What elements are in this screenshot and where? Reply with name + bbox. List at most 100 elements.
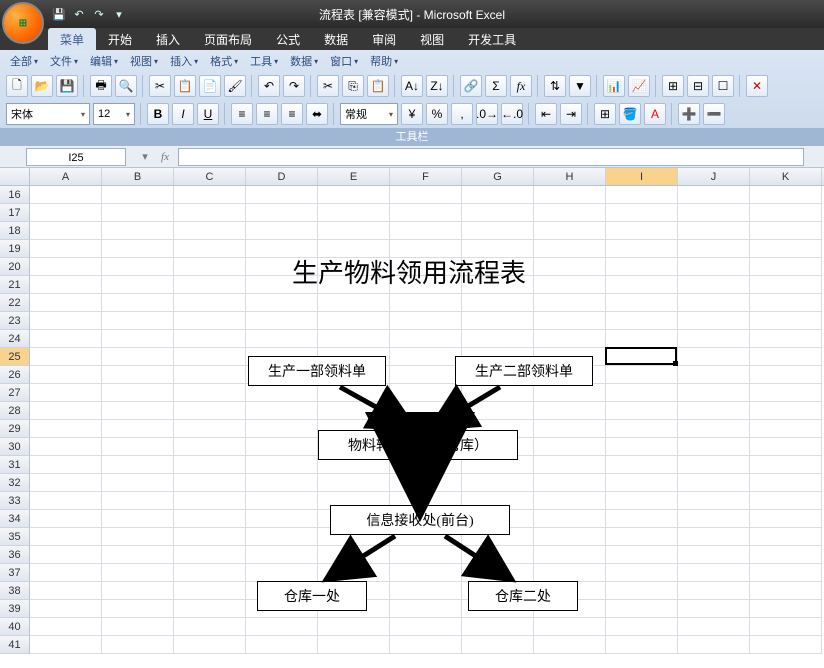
cell-F24[interactable] <box>390 330 462 348</box>
cell-H33[interactable] <box>534 492 606 510</box>
rowhead-20[interactable]: 20 <box>0 258 30 276</box>
cell-K23[interactable] <box>750 312 822 330</box>
rowhead-37[interactable]: 37 <box>0 564 30 582</box>
cell-C29[interactable] <box>174 420 246 438</box>
cell-C40[interactable] <box>174 618 246 636</box>
cell-I32[interactable] <box>606 474 678 492</box>
menu-help[interactable]: 帮助▾ <box>366 53 402 69</box>
rowhead-30[interactable]: 30 <box>0 438 30 456</box>
cell-A33[interactable] <box>30 492 102 510</box>
cell-A27[interactable] <box>30 384 102 402</box>
cell-F26[interactable] <box>390 366 462 384</box>
flow-box-warehouse1[interactable]: 仓库一处 <box>257 581 367 611</box>
cell-I22[interactable] <box>606 294 678 312</box>
cell-J17[interactable] <box>678 204 750 222</box>
cell-D18[interactable] <box>246 222 318 240</box>
cell-J23[interactable] <box>678 312 750 330</box>
cell-C19[interactable] <box>174 240 246 258</box>
cell-H24[interactable] <box>534 330 606 348</box>
cell-E28[interactable] <box>318 402 390 420</box>
fill-color-icon[interactable]: 🪣 <box>619 103 641 125</box>
indent-inc-icon[interactable]: ⇥ <box>560 103 582 125</box>
cell-I29[interactable] <box>606 420 678 438</box>
cell-H23[interactable] <box>534 312 606 330</box>
cell-B27[interactable] <box>102 384 174 402</box>
cell-G28[interactable] <box>462 402 534 420</box>
cell-I27[interactable] <box>606 384 678 402</box>
flow-box-dept1[interactable]: 生产一部领料单 <box>248 356 386 386</box>
align-right-icon[interactable]: ≡ <box>281 103 303 125</box>
cell-I31[interactable] <box>606 456 678 474</box>
cell-A25[interactable] <box>30 348 102 366</box>
col-F[interactable]: F <box>390 168 462 185</box>
cell-E41[interactable] <box>318 636 390 654</box>
namebox-dropdown-icon[interactable]: ▾ <box>136 148 154 166</box>
inc-decimal-icon[interactable]: .0→ <box>476 103 498 125</box>
cell-A19[interactable] <box>30 240 102 258</box>
cell-F32[interactable] <box>390 474 462 492</box>
percent-icon[interactable]: % <box>426 103 448 125</box>
cell-H27[interactable] <box>534 384 606 402</box>
rowhead-27[interactable]: 27 <box>0 384 30 402</box>
cell-H29[interactable] <box>534 420 606 438</box>
sort-asc-icon[interactable]: A↓ <box>401 75 423 97</box>
cell-I20[interactable] <box>606 258 678 276</box>
cell-C35[interactable] <box>174 528 246 546</box>
cell-A37[interactable] <box>30 564 102 582</box>
cell-D34[interactable] <box>246 510 318 528</box>
cell-G27[interactable] <box>462 384 534 402</box>
cell-C34[interactable] <box>174 510 246 528</box>
cell-J37[interactable] <box>678 564 750 582</box>
cell-G22[interactable] <box>462 294 534 312</box>
undo-icon[interactable]: ↶ <box>70 5 88 23</box>
cell-A38[interactable] <box>30 582 102 600</box>
cell-B16[interactable] <box>102 186 174 204</box>
cell-C26[interactable] <box>174 366 246 384</box>
currency-icon[interactable]: ¥ <box>401 103 423 125</box>
sort-desc-icon[interactable]: Z↓ <box>426 75 448 97</box>
cell-I24[interactable] <box>606 330 678 348</box>
fx-icon[interactable]: fx <box>510 75 532 97</box>
cell-J21[interactable] <box>678 276 750 294</box>
cell-I17[interactable] <box>606 204 678 222</box>
table-icon[interactable]: ⊞ <box>662 75 684 97</box>
rowhead-25[interactable]: 25 <box>0 348 30 366</box>
cell-K25[interactable] <box>750 348 822 366</box>
cell-F39[interactable] <box>390 600 462 618</box>
paste2-icon[interactable]: 📋 <box>367 75 389 97</box>
pivot-icon[interactable]: ⊟ <box>687 75 709 97</box>
cell-H35[interactable] <box>534 528 606 546</box>
cell-C30[interactable] <box>174 438 246 456</box>
menu-data[interactable]: 数据▾ <box>286 53 322 69</box>
col-K[interactable]: K <box>750 168 822 185</box>
preview-icon[interactable]: 🔍 <box>115 75 137 97</box>
format-painter-icon[interactable]: 🖌 <box>224 75 246 97</box>
cell-I18[interactable] <box>606 222 678 240</box>
cell-D41[interactable] <box>246 636 318 654</box>
cell-C31[interactable] <box>174 456 246 474</box>
rowhead-18[interactable]: 18 <box>0 222 30 240</box>
filter-icon[interactable]: ▼ <box>569 75 591 97</box>
menu-edit[interactable]: 编辑▾ <box>86 53 122 69</box>
cell-B29[interactable] <box>102 420 174 438</box>
cell-D32[interactable] <box>246 474 318 492</box>
cell-J26[interactable] <box>678 366 750 384</box>
cell-K31[interactable] <box>750 456 822 474</box>
cell-I34[interactable] <box>606 510 678 528</box>
cell-F37[interactable] <box>390 564 462 582</box>
cell-K32[interactable] <box>750 474 822 492</box>
rowhead-16[interactable]: 16 <box>0 186 30 204</box>
font-size-combo[interactable]: 12▾ <box>93 103 135 125</box>
cell-A23[interactable] <box>30 312 102 330</box>
cell-A28[interactable] <box>30 402 102 420</box>
cell-A20[interactable] <box>30 258 102 276</box>
font-name-combo[interactable]: 宋体▾ <box>6 103 90 125</box>
worksheet[interactable]: A B C D E F G H I J K 161718192021222324… <box>0 168 824 668</box>
cell-B25[interactable] <box>102 348 174 366</box>
cell-I23[interactable] <box>606 312 678 330</box>
tab-menu[interactable]: 菜单 <box>48 28 96 50</box>
cell-I28[interactable] <box>606 402 678 420</box>
cell-E22[interactable] <box>318 294 390 312</box>
cell-H30[interactable] <box>534 438 606 456</box>
rowhead-28[interactable]: 28 <box>0 402 30 420</box>
